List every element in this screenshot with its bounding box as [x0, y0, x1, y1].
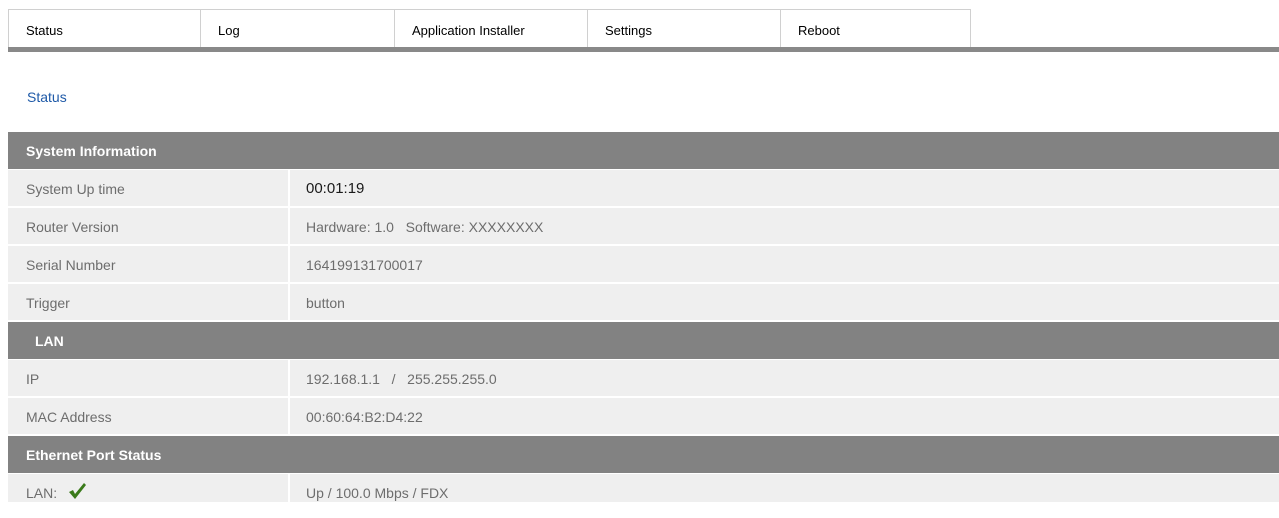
row-label-system-uptime: System Up time	[8, 170, 290, 206]
table-row: Trigger button	[8, 284, 1279, 322]
table-row: LAN: Up / 100.0 Mbps / FDX	[8, 474, 1279, 502]
row-label-serial-number: Serial Number	[8, 246, 290, 282]
lan-port-label-text: LAN:	[26, 485, 58, 501]
section-header-lan: LAN	[8, 322, 1279, 360]
table-row: IP 192.168.1.1 / 255.255.255.0	[8, 360, 1279, 398]
status-table: System Information System Up time 00:01:…	[8, 132, 1279, 502]
main-tab-bar: Status Log Application Installer Setting…	[8, 9, 971, 47]
breadcrumb-status-link[interactable]: Status	[27, 89, 67, 105]
checkmark-icon	[67, 482, 87, 500]
row-label-ip: IP	[8, 360, 290, 396]
row-value-system-uptime: 00:01:19	[306, 180, 365, 197]
row-value-trigger: button	[306, 295, 345, 311]
table-row: MAC Address 00:60:64:B2:D4:22	[8, 398, 1279, 436]
tab-status[interactable]: Status	[8, 9, 201, 47]
table-row: Router Version Hardware: 1.0 Software: X…	[8, 208, 1279, 246]
table-row: System Up time 00:01:19	[8, 170, 1279, 208]
tab-application-installer[interactable]: Application Installer	[395, 9, 588, 47]
row-value-mac-address: 00:60:64:B2:D4:22	[306, 409, 423, 425]
tab-bar-underline	[8, 47, 1279, 52]
section-header-ethernet-port-status: Ethernet Port Status	[8, 436, 1279, 474]
row-label-router-version: Router Version	[8, 208, 290, 244]
row-value-lan-port: Up / 100.0 Mbps / FDX	[306, 485, 449, 501]
section-header-system-information: System Information	[8, 132, 1279, 170]
row-label-lan-port: LAN:	[8, 474, 290, 502]
row-value-serial-number: 164199131700017	[306, 257, 423, 273]
row-value-router-version: Hardware: 1.0 Software: XXXXXXXX	[306, 219, 544, 235]
tab-log[interactable]: Log	[201, 9, 395, 47]
router-status-page: Status Log Application Installer Setting…	[0, 0, 1279, 518]
tab-reboot[interactable]: Reboot	[781, 9, 971, 47]
row-label-mac-address: MAC Address	[8, 398, 290, 434]
row-value-ip: 192.168.1.1 / 255.255.255.0	[306, 371, 497, 387]
row-label-trigger: Trigger	[8, 284, 290, 320]
tab-settings[interactable]: Settings	[588, 9, 781, 47]
table-row: Serial Number 164199131700017	[8, 246, 1279, 284]
